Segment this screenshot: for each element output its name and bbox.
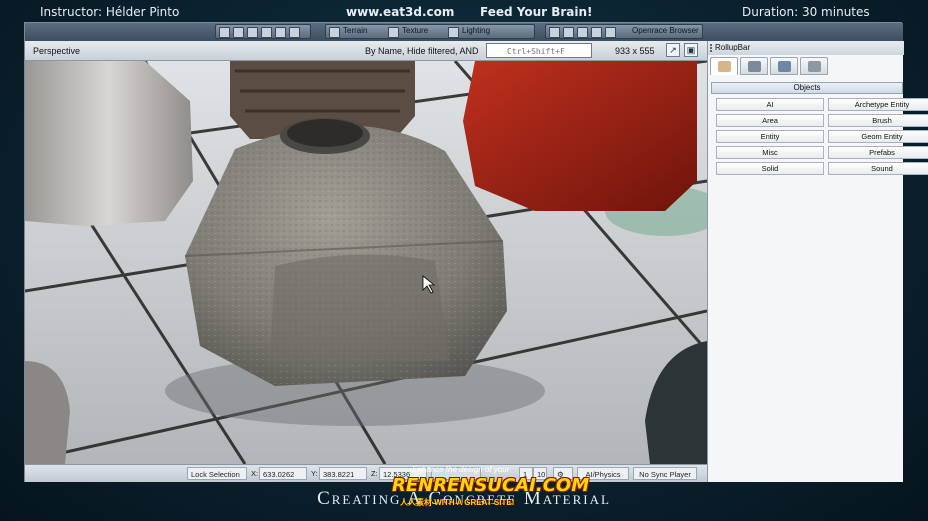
object-button-geom-entity[interactable]: Geom Entity xyxy=(828,130,928,143)
filter-label: By Name, Hide filtered, AND xyxy=(365,46,479,56)
duration-label: Duration: 30 minutes xyxy=(742,5,870,19)
terrain-tab-icon xyxy=(748,61,761,72)
red-object[interactable] xyxy=(463,61,697,211)
terrain-icon[interactable] xyxy=(329,27,340,38)
track-icon[interactable] xyxy=(591,27,602,38)
search-input[interactable] xyxy=(486,43,592,58)
object-button-misc[interactable]: Misc xyxy=(716,146,824,159)
sync-player-button[interactable]: No Sync Player xyxy=(633,467,697,480)
grid-icon[interactable] xyxy=(289,27,300,38)
y-coordinate-field[interactable]: 383.8221 xyxy=(319,467,367,480)
slogan-label: Feed Your Brain! xyxy=(480,5,593,19)
move-icon[interactable] xyxy=(219,27,230,38)
lighting-icon[interactable] xyxy=(448,27,459,38)
lock-selection-button[interactable]: Lock Selection xyxy=(187,467,247,480)
toolbar-group-edit xyxy=(215,24,311,39)
object-button-brush[interactable]: Brush xyxy=(828,114,928,127)
watermark-logo: RENRENSUCAI.COM xyxy=(392,475,590,496)
maximize-viewport-icon[interactable]: ↗ xyxy=(666,43,680,57)
texture-label[interactable]: Texture xyxy=(402,26,428,35)
database-icon[interactable] xyxy=(563,27,574,38)
x-coordinate-field[interactable]: 633.0262 xyxy=(259,467,307,480)
rollup-title: RollupBar xyxy=(715,43,751,52)
drag-handle-icon[interactable] xyxy=(710,44,712,52)
viewport-header: Perspective By Name, Hide filtered, AND … xyxy=(25,41,707,61)
tab-objects[interactable] xyxy=(710,57,738,75)
object-button-solid[interactable]: Solid xyxy=(716,162,824,175)
instructor-label: Instructor: Hélder Pinto xyxy=(40,5,180,19)
snap-icon[interactable] xyxy=(275,27,286,38)
toolbar-group-browser: Openrace Browser xyxy=(545,24,703,39)
objects-section-header[interactable]: Objects xyxy=(711,82,903,94)
viewport-options-icon[interactable]: ▣ xyxy=(684,43,698,57)
terrain-label[interactable]: Terrain xyxy=(343,26,367,35)
editor-toolbar: Terrain Texture Lighting Openrace Browse… xyxy=(25,23,903,41)
object-button-archetype-entity[interactable]: Archetype Entity xyxy=(828,98,928,111)
editor-window: Terrain Texture Lighting Openrace Browse… xyxy=(24,22,928,482)
video-frame: Instructor: Hélder Pinto www.eat3d.com F… xyxy=(0,0,928,521)
site-label: www.eat3d.com xyxy=(346,5,455,19)
tab-layers[interactable] xyxy=(800,57,828,75)
material-icon[interactable] xyxy=(577,27,588,38)
object-button-ai[interactable]: AI xyxy=(716,98,824,111)
rollup-tabs xyxy=(710,57,902,75)
status-bar: Lock Selection X: 633.0262 Y: 383.8221 Z… xyxy=(25,464,707,482)
rotate-icon[interactable] xyxy=(233,27,244,38)
3d-viewport[interactable] xyxy=(25,61,707,464)
monitor-icon xyxy=(778,61,791,72)
select-icon[interactable] xyxy=(261,27,272,38)
browser-label[interactable]: Openrace Browser xyxy=(632,26,699,35)
object-button-sound[interactable]: Sound xyxy=(828,162,928,175)
object-button-entity[interactable]: Entity xyxy=(716,130,824,143)
toolbar-group-editors: Terrain Texture Lighting xyxy=(325,24,535,39)
lighting-label[interactable]: Lighting xyxy=(462,26,490,35)
watermark: Enhance the design of your RENRENSUCAI.C… xyxy=(392,465,589,515)
scale-icon[interactable] xyxy=(247,27,258,38)
object-button-prefabs[interactable]: Prefabs xyxy=(828,146,928,159)
viewport-title[interactable]: Perspective xyxy=(33,46,80,56)
y-label: Y: xyxy=(311,469,318,478)
watermark-subtitle: 人人素材 WITH A GREAT SITE! xyxy=(400,498,515,507)
globe-icon[interactable] xyxy=(549,27,560,38)
hand-icon xyxy=(718,61,731,72)
tab-display[interactable] xyxy=(770,57,798,75)
rollup-title-bar[interactable]: RollupBar xyxy=(708,41,904,55)
watermark-tagline: Enhance the design of your xyxy=(412,465,510,474)
white-object[interactable] xyxy=(25,61,193,226)
z-label: Z: xyxy=(371,469,378,478)
x-label: X: xyxy=(251,469,259,478)
flow-icon[interactable] xyxy=(605,27,616,38)
texture-icon[interactable] xyxy=(388,27,399,38)
layers-icon xyxy=(808,61,821,72)
object-button-area[interactable]: Area xyxy=(716,114,824,127)
resolution-label: 933 x 555 xyxy=(615,46,655,56)
viewport-scene xyxy=(25,61,707,464)
rollup-bar: RollupBar Objects AI Archetype Entity Ar… xyxy=(707,41,928,482)
tab-terrain[interactable] xyxy=(740,57,768,75)
